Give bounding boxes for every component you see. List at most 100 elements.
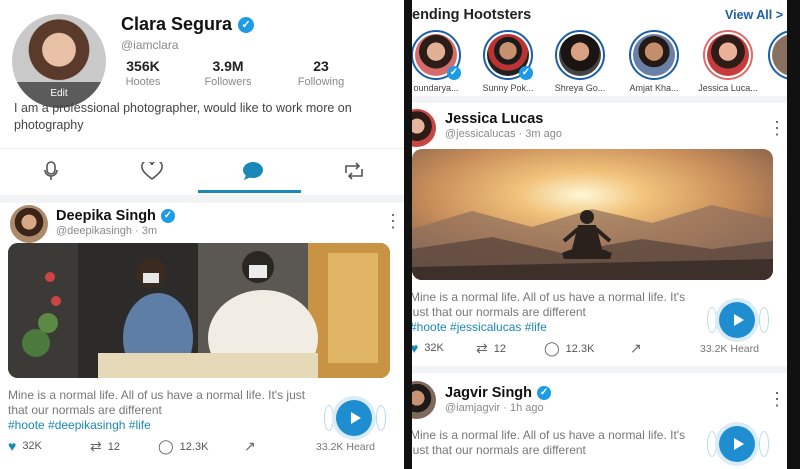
trending-user[interactable]: ✓ oundarya... (412, 30, 468, 93)
profile-avatar[interactable]: Edit (12, 14, 106, 108)
wave-right-icon (759, 307, 769, 333)
like-action[interactable]: ♥ 32K (8, 438, 42, 454)
post-image[interactable] (412, 149, 773, 280)
repost-count: 12 (493, 342, 506, 355)
post-photo (8, 243, 390, 378)
audio-player (324, 398, 386, 438)
play-button[interactable] (336, 400, 372, 436)
app-screen: Edit Clara Segura ✓ @iamclara 356K Hoote… (0, 0, 800, 469)
tab-comments[interactable] (202, 149, 303, 193)
post-image[interactable] (8, 243, 390, 378)
trending-user[interactable] (768, 30, 787, 80)
trending-user[interactable]: Jessica Luca... (696, 30, 760, 93)
trending-user-name: Amjat Kha... (629, 83, 679, 93)
stat-label: Following (297, 76, 345, 88)
audio-player (707, 424, 769, 464)
post-body-text: Mine is a normal life. All of us have a … (412, 290, 686, 319)
feed-panel: ending Hootsters View All > ✓ oundarya..… (412, 0, 787, 469)
stat-following[interactable]: 23 Following (292, 58, 350, 88)
verified-icon: ✓ (447, 66, 461, 80)
device-divider (404, 0, 412, 469)
stat-label: Followers (204, 76, 252, 88)
post-hashtags[interactable]: #hoote #jessicalucas #life (412, 320, 547, 334)
repost-count: 12 (107, 440, 120, 453)
repost-action[interactable]: ⇄ 12 (476, 340, 506, 357)
chat-icon (242, 162, 263, 180)
post-body: Mine is a normal life. All of us have a … (412, 428, 700, 458)
share-action[interactable]: ↗ (244, 438, 256, 455)
like-count: 32K (22, 440, 42, 452)
audio-player (707, 300, 769, 340)
share-action[interactable]: ↗ (630, 340, 642, 357)
profile-handle: @iamclara (121, 38, 179, 52)
comment-action[interactable]: ◯ 12.3K (158, 438, 208, 455)
avatar (633, 34, 675, 76)
view-all-link[interactable]: View All > (725, 8, 783, 22)
avatar[interactable] (412, 381, 436, 419)
play-button[interactable] (719, 302, 755, 338)
section-divider (412, 96, 787, 103)
avatar (772, 34, 787, 76)
trending-user[interactable]: ✓ Sunny Pok... (476, 30, 540, 93)
post-body-text: Mine is a normal life. All of us have a … (8, 388, 306, 417)
avatar[interactable] (412, 109, 436, 147)
post-author-name[interactable]: Deepika Singh (56, 208, 156, 224)
stat-value: 356K (126, 58, 160, 74)
comment-count: 12.3K (565, 342, 595, 355)
tab-likes[interactable] (101, 149, 202, 193)
verified-icon: ✓ (537, 386, 552, 400)
stat-value: 23 (313, 58, 329, 74)
post-body-text: Mine is a normal life. All of us have a … (412, 428, 686, 457)
trending-user-name: Sunny Pok... (482, 83, 534, 93)
trending-user[interactable]: Shreya Go... (548, 30, 612, 93)
wave-right-icon (759, 431, 769, 457)
play-button[interactable] (719, 426, 755, 462)
post-body: Mine is a normal life. All of us have a … (8, 388, 308, 433)
trending-user[interactable]: Amjat Kha... (622, 30, 686, 93)
comment-action[interactable]: ◯ 12.3K (544, 340, 594, 357)
post-author-row: Jagvir Singh ✓ (445, 385, 552, 401)
post-author-row: Deepika Singh ✓ (56, 208, 175, 224)
like-action[interactable]: ♥ 32K (412, 340, 444, 356)
tab-reposts[interactable] (303, 149, 404, 193)
profile-name: Clara Segura (121, 14, 233, 34)
microphone-icon (43, 161, 58, 180)
trending-user-name: oundarya... (413, 83, 459, 93)
more-options-icon[interactable]: ⋮ (768, 119, 786, 137)
stat-hootes[interactable]: 356K Hootes (121, 58, 165, 88)
verified-icon: ✓ (519, 66, 533, 80)
verified-icon: ✓ (160, 209, 175, 223)
heard-count: 33.2K Heard (700, 343, 759, 355)
share-icon: ↗ (244, 438, 256, 454)
trending-user-name: Shreya Go... (554, 83, 606, 93)
wave-left-icon (707, 431, 717, 457)
tab-audio[interactable] (0, 149, 101, 193)
share-icon: ↗ (630, 340, 642, 356)
trending-user-name: Jessica Luca... (698, 83, 758, 93)
avatar (707, 34, 749, 76)
profile-tabs (0, 148, 404, 194)
comment-icon: ◯ (544, 340, 560, 356)
like-count: 32K (424, 342, 444, 354)
trending-title: ending Hootsters (412, 7, 532, 23)
profile-panel: Edit Clara Segura ✓ @iamclara 356K Hoote… (0, 0, 404, 469)
wave-left-icon (707, 307, 717, 333)
heart-filled-icon: ♥ (8, 438, 17, 454)
stat-followers[interactable]: 3.9M Followers (200, 58, 256, 88)
more-options-icon[interactable]: ⋮ (384, 212, 402, 230)
post-meta: @iamjagvir · 1h ago (445, 402, 544, 414)
section-divider (412, 366, 787, 373)
profile-bio: I am a professional photographer, would … (14, 101, 352, 132)
repost-icon: ⇄ (90, 438, 102, 454)
profile-name-row: Clara Segura ✓ (121, 14, 255, 35)
more-options-icon[interactable]: ⋮ (768, 390, 786, 408)
heart-icon (140, 162, 163, 180)
avatar[interactable] (10, 205, 48, 243)
post-photo (412, 149, 773, 280)
post-author-name[interactable]: Jessica Lucas (445, 111, 543, 127)
comment-count: 12.3K (179, 440, 209, 453)
post-author-name[interactable]: Jagvir Singh (445, 385, 532, 401)
repost-action[interactable]: ⇄ 12 (90, 438, 120, 455)
post-hashtags[interactable]: #hoote #deepikasingh #life (8, 418, 151, 432)
wave-right-icon (376, 405, 386, 431)
